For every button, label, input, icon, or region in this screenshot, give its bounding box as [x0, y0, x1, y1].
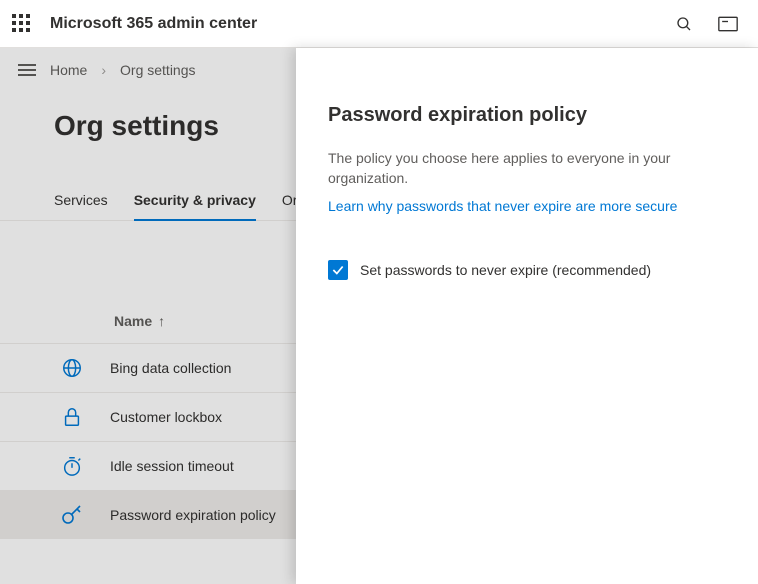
app-launcher-icon[interactable] — [12, 14, 32, 34]
card-icon[interactable] — [718, 14, 738, 34]
globe-icon — [60, 356, 84, 380]
checkbox-label: Set passwords to never expire (recommend… — [360, 262, 651, 278]
top-bar: Microsoft 365 admin center — [0, 0, 758, 48]
row-label: Idle session timeout — [110, 458, 234, 474]
tab-security-privacy[interactable]: Security & privacy — [134, 192, 256, 220]
column-header-label: Name — [114, 313, 152, 329]
sort-arrow-up-icon: ↑ — [158, 313, 165, 329]
row-label: Bing data collection — [110, 360, 231, 376]
row-label: Customer lockbox — [110, 409, 222, 425]
panel-learn-more-link[interactable]: Learn why passwords that never expire ar… — [328, 198, 677, 214]
lock-icon — [60, 405, 84, 429]
menu-icon[interactable] — [18, 64, 36, 76]
top-bar-actions — [674, 14, 738, 34]
panel-description: The policy you choose here applies to ev… — [328, 149, 726, 188]
checkbox-row: Set passwords to never expire (recommend… — [328, 260, 726, 280]
chevron-right-icon: › — [101, 62, 106, 78]
breadcrumb-home[interactable]: Home — [50, 62, 87, 78]
side-panel: Password expiration policy The policy yo… — [296, 48, 758, 584]
search-icon[interactable] — [674, 14, 694, 34]
tab-services[interactable]: Services — [54, 192, 108, 220]
never-expire-checkbox[interactable] — [328, 260, 348, 280]
checkmark-icon — [331, 263, 345, 277]
row-label: Password expiration policy — [110, 507, 276, 523]
breadcrumb-current: Org settings — [120, 62, 195, 78]
key-icon — [60, 503, 84, 527]
app-title: Microsoft 365 admin center — [50, 15, 674, 33]
panel-title: Password expiration policy — [328, 104, 726, 127]
stopwatch-icon — [60, 454, 84, 478]
main-area: Home › Org settings Org settings Service… — [0, 48, 758, 584]
